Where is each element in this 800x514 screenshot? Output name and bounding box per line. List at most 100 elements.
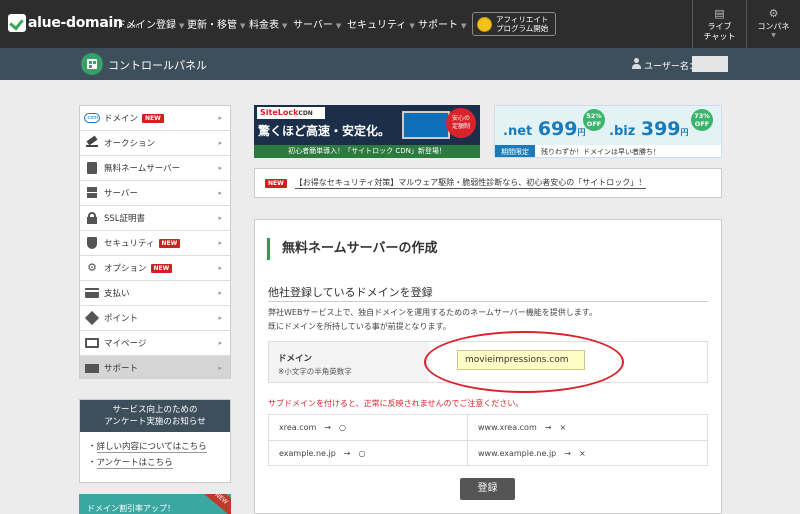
new-badge: NEW	[265, 178, 287, 188]
sidebar-item-label: マイページ	[104, 339, 147, 349]
sidebar-item-free-nameserver[interactable]: 無料ネームサーバー ▸	[80, 156, 230, 181]
badge-line1: 安心の	[451, 115, 470, 122]
sidebar-item-label: ドメイン	[104, 114, 139, 124]
notice-link-survey[interactable]: ・アンケートはこちら	[88, 456, 230, 469]
promo-corner-badge: NEW	[201, 494, 231, 514]
nav-support[interactable]: サポート ▼	[418, 16, 466, 31]
banner-headline: 驚くほど高速・安定化。	[258, 124, 391, 138]
domain-input[interactable]	[457, 350, 585, 370]
subdomain-warning: サブドメインを付けると、正常に反映されませんのでご注意ください。	[268, 399, 524, 408]
nav-label: サーバー	[293, 20, 333, 31]
banner-caption: 期間限定 残りわずか！ドメインは早い者勝ち！	[495, 145, 721, 157]
domain-discount-banner[interactable]: ドメイン割引率アップ！ NEW	[79, 494, 231, 514]
shield-icon	[84, 237, 100, 249]
point-icon	[84, 310, 100, 326]
off-label: OFF	[586, 120, 602, 128]
badge-line2: 定額制	[451, 123, 470, 130]
divider	[268, 301, 708, 302]
affiliate-line2: プログラム開始	[496, 24, 549, 33]
banner-caption: 初心者簡単導入！「サイトロック CDN」新登場！	[254, 145, 480, 158]
person-card-icon	[84, 337, 100, 349]
tld: .net	[503, 124, 533, 139]
sidebar-item-label: オークション	[104, 139, 156, 149]
discount-badge: 73% OFF	[691, 109, 713, 131]
sidebar-item-option[interactable]: ⚙ オプション NEW ▸	[80, 256, 230, 281]
news-bar[interactable]: NEW 【お得なセキュリティ対策】マルウェア駆除・脆弱性診断なら、初心者安心の「…	[254, 168, 722, 198]
nav-label: セキュリティ	[347, 20, 407, 31]
yen: 円	[577, 128, 586, 137]
page-title: 無料ネームサーバーの作成	[267, 238, 437, 260]
link-text: 詳しい内容についてはこちら	[96, 442, 207, 453]
off-label: OFF	[694, 120, 710, 128]
caption-text: 残りわずか！ドメインは早い者勝ち！	[541, 148, 660, 156]
notice-line2: アンケート実施のお知らせ	[104, 417, 206, 427]
user-name-redacted	[692, 56, 728, 72]
server-icon	[84, 187, 100, 199]
new-badge: NEW	[142, 113, 164, 123]
top-navbar: alue-domain .com ドメイン登録 ▼ 更新・移管 ▼ 料金表 ▼ サーバ…	[0, 0, 800, 48]
link-text: アンケートはこちら	[96, 458, 173, 469]
price: 399	[640, 118, 681, 140]
server-icon	[84, 162, 100, 174]
chevron-down-icon: ▼	[282, 22, 288, 30]
live-chat-button[interactable]: ▤ ライブ チャット	[692, 0, 746, 48]
example-ng: www.example.ne.jp → ×	[478, 449, 586, 458]
off-pct: 73%	[694, 112, 710, 120]
new-badge: NEW	[150, 263, 173, 273]
sidebar-item-points[interactable]: ポイント ▸	[80, 306, 230, 331]
chevron-right-icon: ▸	[218, 139, 222, 147]
promo-text: ドメイン割引率アップ！	[87, 504, 175, 513]
chevron-down-icon: ▼	[179, 22, 185, 30]
nav-domain-register[interactable]: ドメイン登録 ▼	[116, 16, 184, 31]
sidebar-item-security[interactable]: セキュリティ NEW ▸	[80, 231, 230, 256]
chevron-down-icon: ▼	[461, 22, 467, 30]
chevron-right-icon: ▸	[218, 314, 222, 322]
chevron-down-icon: ▼	[409, 22, 415, 30]
sidebar-item-ssl[interactable]: SSL証明書 ▸	[80, 206, 230, 231]
logo-word: SiteLock	[260, 108, 299, 117]
register-button[interactable]: 登録	[460, 478, 515, 500]
notice-link-details[interactable]: ・詳しい内容についてはこちら	[88, 440, 230, 453]
domain-note: ※小文字の半角英数字	[278, 367, 352, 376]
domain-sale-banner[interactable]: .net 699円 52% OFF .biz 399円 73% OFF 期間限定 残り…	[494, 105, 722, 158]
gears-icon: ⚙	[87, 261, 97, 274]
sidebar-item-label: 支払い	[104, 289, 130, 299]
news-link-text: 【お得なセキュリティ対策】マルウェア駆除・脆弱性診断なら、初心者安心の「サイトロ…	[294, 178, 647, 189]
envelope-icon	[84, 362, 100, 374]
chevron-right-icon: ▸	[218, 214, 222, 222]
example-ng: www.xrea.com → ×	[478, 423, 567, 432]
sidebar-item-auction[interactable]: オークション ▸	[80, 131, 230, 156]
sidebar-item-payment[interactable]: 支払い ▸	[80, 281, 230, 306]
chevron-right-icon: ▸	[218, 339, 222, 347]
logo-check-icon	[8, 14, 26, 32]
chat-icon: ▤	[714, 7, 725, 20]
example-ok: example.ne.jp → ○	[279, 449, 366, 458]
biz-price: .biz 399円	[609, 118, 689, 140]
nav-label: サポート	[418, 20, 458, 31]
sidebar-item-domain[interactable]: .com ドメイン NEW ▸	[80, 106, 230, 131]
nav-label: 料金表	[249, 20, 279, 31]
sidebar-item-label: オプション	[104, 264, 147, 274]
chevron-right-icon: ▸	[218, 189, 222, 197]
description-line2: 既にドメインを所持している事が前提となります。	[268, 322, 451, 331]
nav-pricing[interactable]: 料金表 ▼	[249, 16, 287, 31]
nav-security[interactable]: セキュリティ ▼	[347, 16, 415, 31]
chevron-down-icon: ▼	[335, 22, 342, 30]
user-label: ユーザー名：	[644, 62, 698, 72]
chat-label: ライブ チャット	[693, 22, 746, 42]
sidebar-item-support[interactable]: サポート ▸	[80, 356, 230, 379]
nav-server[interactable]: サーバー ▼	[293, 16, 341, 31]
sitelock-cdn-banner[interactable]: SiteLockCDN 驚くほど高速・安定化。 安心の 定額制 初心者簡単導入！「…	[254, 105, 480, 158]
affiliate-label: アフィリエイト プログラム開始	[496, 15, 548, 33]
price: 699	[537, 118, 578, 140]
control-panel-menu[interactable]: ⚙ コンパネ ▼	[746, 0, 800, 48]
gavel-icon	[84, 135, 100, 149]
chevron-down-icon: ▼	[771, 32, 776, 39]
chevron-right-icon: ▸	[218, 364, 222, 372]
logo-text: alue-domain	[28, 15, 123, 31]
sidebar-item-server[interactable]: サーバー ▸	[80, 181, 230, 206]
sidebar-item-mypage[interactable]: マイページ ▸	[80, 331, 230, 356]
nav-renew-transfer[interactable]: 更新・移管 ▼	[187, 16, 245, 31]
affiliate-button[interactable]: アフィリエイト プログラム開始	[472, 12, 556, 36]
chat-line2: チャット	[703, 32, 736, 41]
